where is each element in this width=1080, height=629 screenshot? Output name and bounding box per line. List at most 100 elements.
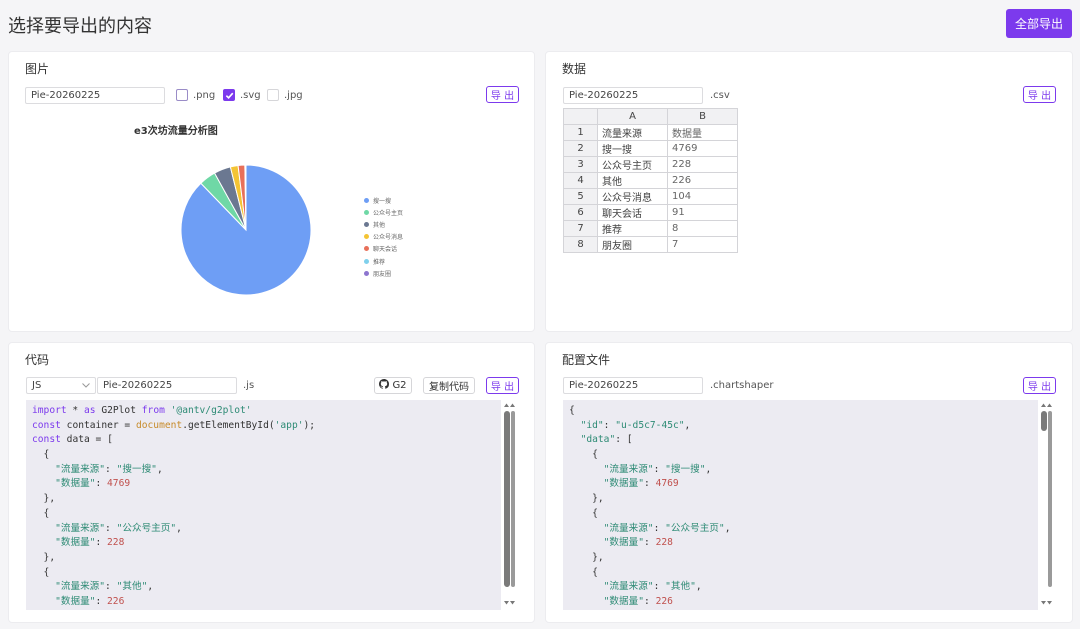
- format-png-checkbox[interactable]: .png: [176, 89, 215, 101]
- legend-item[interactable]: 朋友圈: [364, 267, 403, 279]
- scrollbar-thumb-2[interactable]: [511, 411, 515, 587]
- data-card: 数据 Pie-20260225 .csv 导 出 A B 1 流量来源 数据量 2 搜一…: [545, 51, 1073, 332]
- code-line: {: [569, 507, 598, 519]
- table-cell[interactable]: 91: [667, 204, 738, 221]
- scrollbar-thumb[interactable]: [504, 411, 510, 587]
- code-card: 代码 JS Pie-20260225 .js G2 复制代码 导 出 impor…: [8, 342, 535, 623]
- table-cell[interactable]: 聊天会话: [597, 204, 668, 221]
- format-jpg-label: .jpg: [284, 89, 303, 101]
- code-line: "数据量": 228: [603, 537, 673, 549]
- sheet-header-row: A B: [563, 108, 738, 125]
- scrollbar-thumb[interactable]: [1041, 411, 1047, 431]
- scroll-up-icon: [504, 403, 515, 407]
- row-number: 4: [563, 172, 598, 189]
- legend-label: 推荐: [373, 258, 386, 266]
- legend-marker: [364, 221, 369, 227]
- data-export-button[interactable]: 导 出: [1023, 86, 1056, 103]
- legend-item[interactable]: 推荐: [364, 255, 403, 267]
- config-editor[interactable]: { "id": "u-d5c7-45c", "data": [ { "流量来源"…: [563, 400, 1038, 610]
- column-header-b[interactable]: B: [667, 108, 738, 125]
- g2-label: G2: [392, 380, 407, 391]
- config-filename-input[interactable]: Pie-20260225: [563, 377, 703, 394]
- format-jpg-checkbox[interactable]: .jpg: [267, 89, 303, 101]
- table-cell[interactable]: 104: [667, 188, 738, 205]
- code-line: },: [32, 551, 56, 563]
- pie-chart: [180, 164, 312, 296]
- scroll-down-icon: [1041, 601, 1052, 605]
- table-cell[interactable]: 搜一搜: [597, 140, 668, 157]
- config-export-button[interactable]: 导 出: [1023, 377, 1056, 394]
- scrollbar-thumb-2[interactable]: [1048, 411, 1052, 587]
- format-png-label: .png: [193, 89, 216, 101]
- code-line: },: [569, 551, 604, 563]
- code-line: },: [32, 493, 56, 505]
- code-scrollbar[interactable]: [502, 400, 516, 610]
- legend-label: 公众号消息: [373, 234, 404, 242]
- table-cell[interactable]: 其他: [597, 172, 668, 189]
- sheet-corner: [563, 108, 598, 125]
- column-header-a[interactable]: A: [597, 108, 668, 125]
- legend-item[interactable]: 公众号主页: [364, 206, 403, 218]
- code-editor[interactable]: import * as G2Plot from '@antv/g2plot' co…: [26, 400, 501, 610]
- row-number: 7: [563, 220, 598, 237]
- config-card: 配置文件 Pie-20260225 .chartshaper 导 出 { "id…: [545, 342, 1073, 623]
- row-number: 5: [563, 188, 598, 205]
- code-line: "数据量": 228: [55, 537, 125, 549]
- export-all-button[interactable]: 全部导出: [1006, 9, 1072, 38]
- image-export-button[interactable]: 导 出: [486, 86, 519, 103]
- table-row: 1 流量来源 数据量: [563, 124, 738, 141]
- config-scrollbar[interactable]: [1039, 400, 1053, 610]
- page-title: 选择要导出的内容: [8, 16, 152, 37]
- code-line: import * as G2Plot from '@antv/g2plot': [32, 405, 252, 416]
- copy-code-button[interactable]: 复制代码: [423, 377, 475, 394]
- table-cell[interactable]: 4769: [667, 140, 738, 157]
- legend-item[interactable]: 公众号消息: [364, 231, 403, 243]
- legend-item[interactable]: 其他: [364, 218, 403, 230]
- table-cell[interactable]: 228: [667, 156, 738, 173]
- checkbox-icon: [176, 89, 188, 101]
- g2-button[interactable]: G2: [374, 377, 412, 394]
- row-number: 2: [563, 140, 598, 157]
- code-line: const container = document.getElementByI…: [32, 419, 316, 431]
- table-cell[interactable]: 流量来源: [597, 124, 668, 141]
- pie-slice[interactable]: [244, 164, 247, 231]
- table-cell[interactable]: 公众号主页: [597, 156, 668, 173]
- code-export-button[interactable]: 导 出: [486, 377, 519, 394]
- code-line: "流量来源": "其他",: [603, 581, 702, 593]
- table-cell[interactable]: 8: [667, 220, 738, 237]
- legend-marker: [364, 234, 369, 240]
- table-cell[interactable]: 朋友圈: [597, 236, 668, 253]
- table-cell[interactable]: 数据量: [667, 124, 738, 141]
- table-cell[interactable]: 7: [667, 236, 738, 253]
- code-line: "数据量": 4769: [55, 478, 131, 490]
- legend-marker: [364, 246, 369, 252]
- legend-item[interactable]: 聊天会话: [364, 243, 403, 255]
- code-filename-input[interactable]: Pie-20260225: [97, 377, 237, 394]
- code-line: "id": "u-d5c7-45c",: [580, 419, 691, 431]
- language-select[interactable]: JS: [26, 377, 96, 394]
- legend-label: 公众号主页: [373, 209, 404, 217]
- table-cell[interactable]: 226: [667, 172, 738, 189]
- format-svg-checkbox[interactable]: .svg: [223, 89, 261, 101]
- checkmark-icon: [223, 89, 235, 101]
- code-card-title: 代码: [25, 353, 50, 367]
- chevron-down-icon: [82, 380, 90, 391]
- legend-marker: [364, 197, 369, 203]
- table-row: 4 其他 226: [563, 172, 738, 189]
- code-line: "data": [: [580, 434, 633, 446]
- data-filename-input[interactable]: Pie-20260225: [563, 87, 703, 104]
- data-card-title: 数据: [562, 62, 587, 76]
- legend-label: 搜一搜: [373, 197, 392, 205]
- data-ext-label: .csv: [710, 90, 730, 101]
- image-filename-input[interactable]: Pie-20260225: [25, 87, 165, 104]
- table-row: 5 公众号消息 104: [563, 188, 738, 205]
- code-line: "流量来源": "公众号主页",: [603, 522, 731, 534]
- table-row: 7 推荐 8: [563, 220, 738, 237]
- table-cell[interactable]: 公众号消息: [597, 188, 668, 205]
- code-line: {: [569, 449, 598, 461]
- table-cell[interactable]: 推荐: [597, 220, 668, 237]
- legend-item[interactable]: 搜一搜: [364, 194, 403, 206]
- chart-legend: 搜一搜公众号主页 其他公众号消息 聊天会话推荐 朋友圈: [364, 194, 403, 279]
- legend-marker: [364, 270, 369, 276]
- table-row: 8 朋友圈 7: [563, 236, 738, 253]
